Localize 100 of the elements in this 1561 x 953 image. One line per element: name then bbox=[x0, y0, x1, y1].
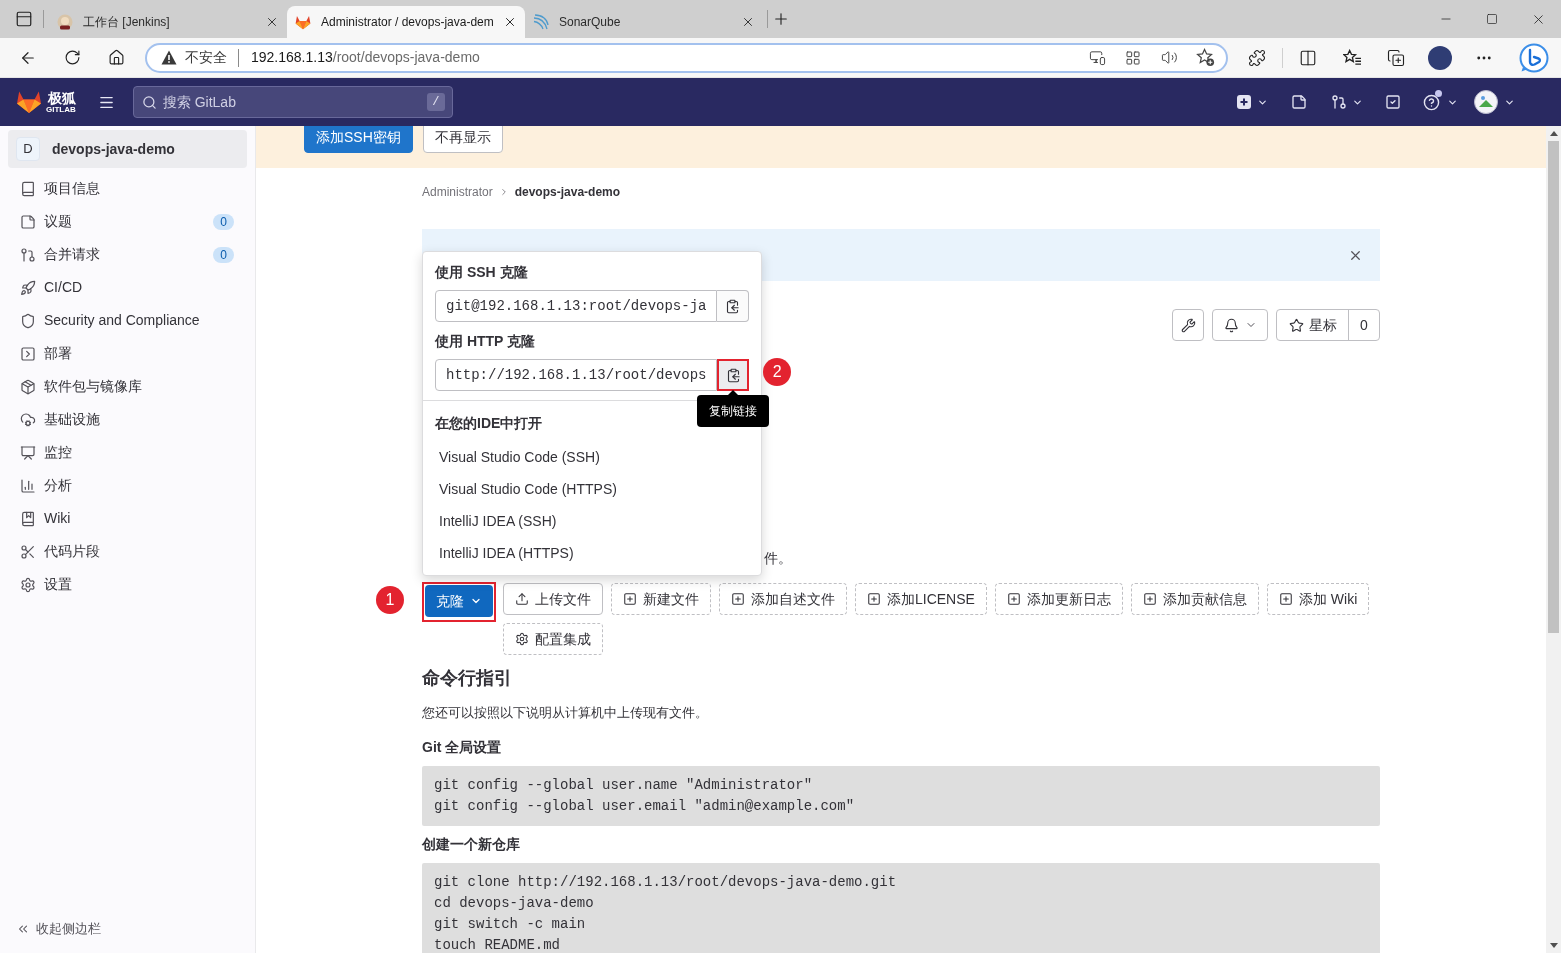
help-button[interactable] bbox=[1423, 93, 1458, 111]
url-text: 192.168.1.13/root/devops-java-demo bbox=[251, 48, 480, 67]
banner-button[interactable]: 添加SSH密钥 bbox=[304, 126, 413, 153]
close-icon[interactable] bbox=[741, 15, 755, 29]
collapse-sidebar-button[interactable]: 收起侧边栏 bbox=[0, 913, 255, 945]
cloud-gear-icon bbox=[20, 411, 36, 428]
sidebar-item[interactable]: 代码片段 bbox=[0, 535, 255, 568]
step-marker: 2 bbox=[763, 358, 792, 386]
sidebar-item[interactable]: 基础设施 bbox=[0, 403, 255, 436]
dropdown-item[interactable]: Visual Studio Code (SSH) bbox=[423, 441, 761, 473]
sidebar-item[interactable]: 合并请求 0 bbox=[0, 238, 255, 271]
user-menu-button[interactable] bbox=[1474, 90, 1515, 114]
action-button[interactable]: 添加更新日志 bbox=[994, 583, 1123, 615]
refresh-icon[interactable] bbox=[63, 49, 81, 66]
book-icon bbox=[20, 180, 36, 197]
browser-tab[interactable]: Administrator / devops-java-dem bbox=[287, 6, 525, 38]
address-bar[interactable]: 不安全 192.168.1.13/root/devops-java-demo bbox=[145, 42, 1228, 73]
round-favicon-icon bbox=[57, 14, 73, 30]
section-title: 使用 SSH 克隆 bbox=[435, 263, 529, 282]
star-count[interactable]: 0 bbox=[1348, 310, 1379, 340]
sidebar-item[interactable]: 设置 bbox=[0, 568, 255, 601]
sidebar-item[interactable]: 分析 bbox=[0, 469, 255, 502]
chevron-square-icon bbox=[20, 345, 36, 362]
sidebar-item[interactable]: Wiki bbox=[0, 502, 255, 535]
split-screen-icon[interactable] bbox=[1299, 48, 1317, 67]
dropdown-item[interactable]: Visual Studio Code (HTTPS) bbox=[423, 473, 761, 505]
devices-icon[interactable] bbox=[1088, 49, 1106, 66]
arcs-favicon-icon bbox=[533, 14, 549, 30]
new-tab-icon[interactable] bbox=[772, 10, 790, 28]
banner-button[interactable]: 不再显示 bbox=[422, 126, 503, 153]
wrench-button[interactable] bbox=[1172, 309, 1204, 341]
security-label: 不安全 bbox=[185, 48, 227, 67]
puzzle-icon[interactable] bbox=[1248, 48, 1266, 67]
profile-avatar[interactable] bbox=[1428, 45, 1452, 70]
sidebar-item[interactable]: 项目信息 bbox=[0, 172, 255, 205]
star-button[interactable]: 星标 bbox=[1277, 310, 1348, 340]
action-button[interactable]: 添加贡献信息 bbox=[1130, 583, 1259, 615]
collections-icon[interactable] bbox=[1387, 48, 1405, 67]
sidebar-item[interactable]: 议题 0 bbox=[0, 205, 255, 238]
close-icon[interactable] bbox=[503, 15, 517, 29]
breadcrumb-current[interactable]: devops-java-demo bbox=[514, 183, 621, 201]
url-field[interactable]: git@192.168.1.13:root/devops-ja bbox=[435, 290, 718, 322]
subsection-title: 创建一个新仓库 bbox=[422, 835, 521, 854]
scrollbar[interactable] bbox=[1546, 126, 1561, 953]
count-badge: 0 bbox=[213, 246, 234, 263]
code-block: git clone http://192.168.1.13/root/devops-java-demo.git cd devops-java-demo git switch -c main touch README.md bbox=[422, 863, 1380, 953]
breadcrumb-link[interactable]: Administrator bbox=[422, 183, 493, 201]
action-button[interactable]: 添加自述文件 bbox=[719, 583, 847, 615]
checkbox-icon bbox=[1385, 94, 1401, 110]
logo-text[interactable]: 极狐 bbox=[47, 90, 76, 105]
shield-icon bbox=[20, 312, 36, 329]
notification-button[interactable] bbox=[1212, 309, 1268, 341]
grid-icon[interactable] bbox=[1125, 49, 1141, 66]
section-title: 使用 HTTP 克隆 bbox=[435, 332, 537, 351]
logo-subtext: GITLAB bbox=[46, 105, 76, 114]
chat-logo-icon[interactable] bbox=[1519, 42, 1549, 73]
fox-logo-icon[interactable] bbox=[16, 90, 42, 114]
action-button[interactable]: 添加 Wiki bbox=[1266, 583, 1370, 615]
intro-text: 您还可以按照以下说明从计算机中上传现有文件。 bbox=[422, 704, 709, 722]
sidebar-item[interactable]: 部署 bbox=[0, 337, 255, 370]
close-icon[interactable] bbox=[265, 15, 279, 29]
issues-button[interactable] bbox=[1291, 94, 1307, 110]
action-button[interactable]: 上传文件 bbox=[503, 583, 603, 615]
upload-icon bbox=[515, 592, 529, 606]
todos-button[interactable] bbox=[1385, 94, 1401, 110]
tooltip: 复制链接 bbox=[697, 390, 770, 427]
star-list-icon[interactable] bbox=[1342, 49, 1362, 66]
dropdown-item[interactable]: IntelliJ IDEA (HTTPS) bbox=[423, 537, 761, 569]
sidebar-item[interactable]: 软件包与镜像库 bbox=[0, 370, 255, 403]
speaker-icon[interactable] bbox=[1160, 49, 1178, 66]
home-icon[interactable] bbox=[107, 49, 125, 66]
tab-actions-icon[interactable] bbox=[15, 10, 33, 28]
create-new-button[interactable] bbox=[1236, 94, 1268, 110]
sidebar-item[interactable]: Security and Compliance bbox=[0, 304, 255, 337]
avatar-icon bbox=[1474, 90, 1498, 114]
dropdown-item[interactable]: IntelliJ IDEA (SSH) bbox=[423, 505, 761, 537]
pull-request-icon bbox=[1331, 94, 1347, 110]
project-item[interactable]: D devops-java-demo bbox=[8, 130, 247, 168]
sidebar-item[interactable]: CI/CD bbox=[0, 271, 255, 304]
count-badge: 0 bbox=[213, 213, 234, 230]
clone-button[interactable]: 克隆 bbox=[425, 585, 493, 617]
browser-tab[interactable]: 工作台 [Jenkins] bbox=[49, 6, 287, 38]
copy-button[interactable] bbox=[717, 290, 749, 322]
maximize-icon[interactable] bbox=[1486, 13, 1498, 25]
browser-tab[interactable]: SonarQube bbox=[525, 6, 763, 38]
action-button[interactable]: 添加LICENSE bbox=[855, 583, 987, 615]
star-plus-icon[interactable] bbox=[1195, 48, 1215, 67]
star-icon bbox=[1288, 317, 1304, 333]
scroll-up-icon[interactable] bbox=[1549, 131, 1558, 136]
url-field[interactable]: http://192.168.1.13/root/devops bbox=[435, 359, 718, 391]
package-icon bbox=[20, 378, 36, 395]
scroll-down-icon[interactable] bbox=[1549, 943, 1558, 948]
action-button[interactable]: 配置集成 bbox=[503, 623, 603, 655]
project-avatar: D bbox=[16, 137, 40, 161]
section-title: 在您的IDE中打开 bbox=[434, 414, 544, 433]
action-button[interactable]: 新建文件 bbox=[611, 583, 711, 615]
scrollbar-thumb[interactable] bbox=[1548, 141, 1559, 633]
sidebar-item[interactable]: 监控 bbox=[0, 436, 255, 469]
merge-requests-button[interactable] bbox=[1331, 94, 1363, 110]
bell-icon bbox=[1223, 317, 1239, 333]
